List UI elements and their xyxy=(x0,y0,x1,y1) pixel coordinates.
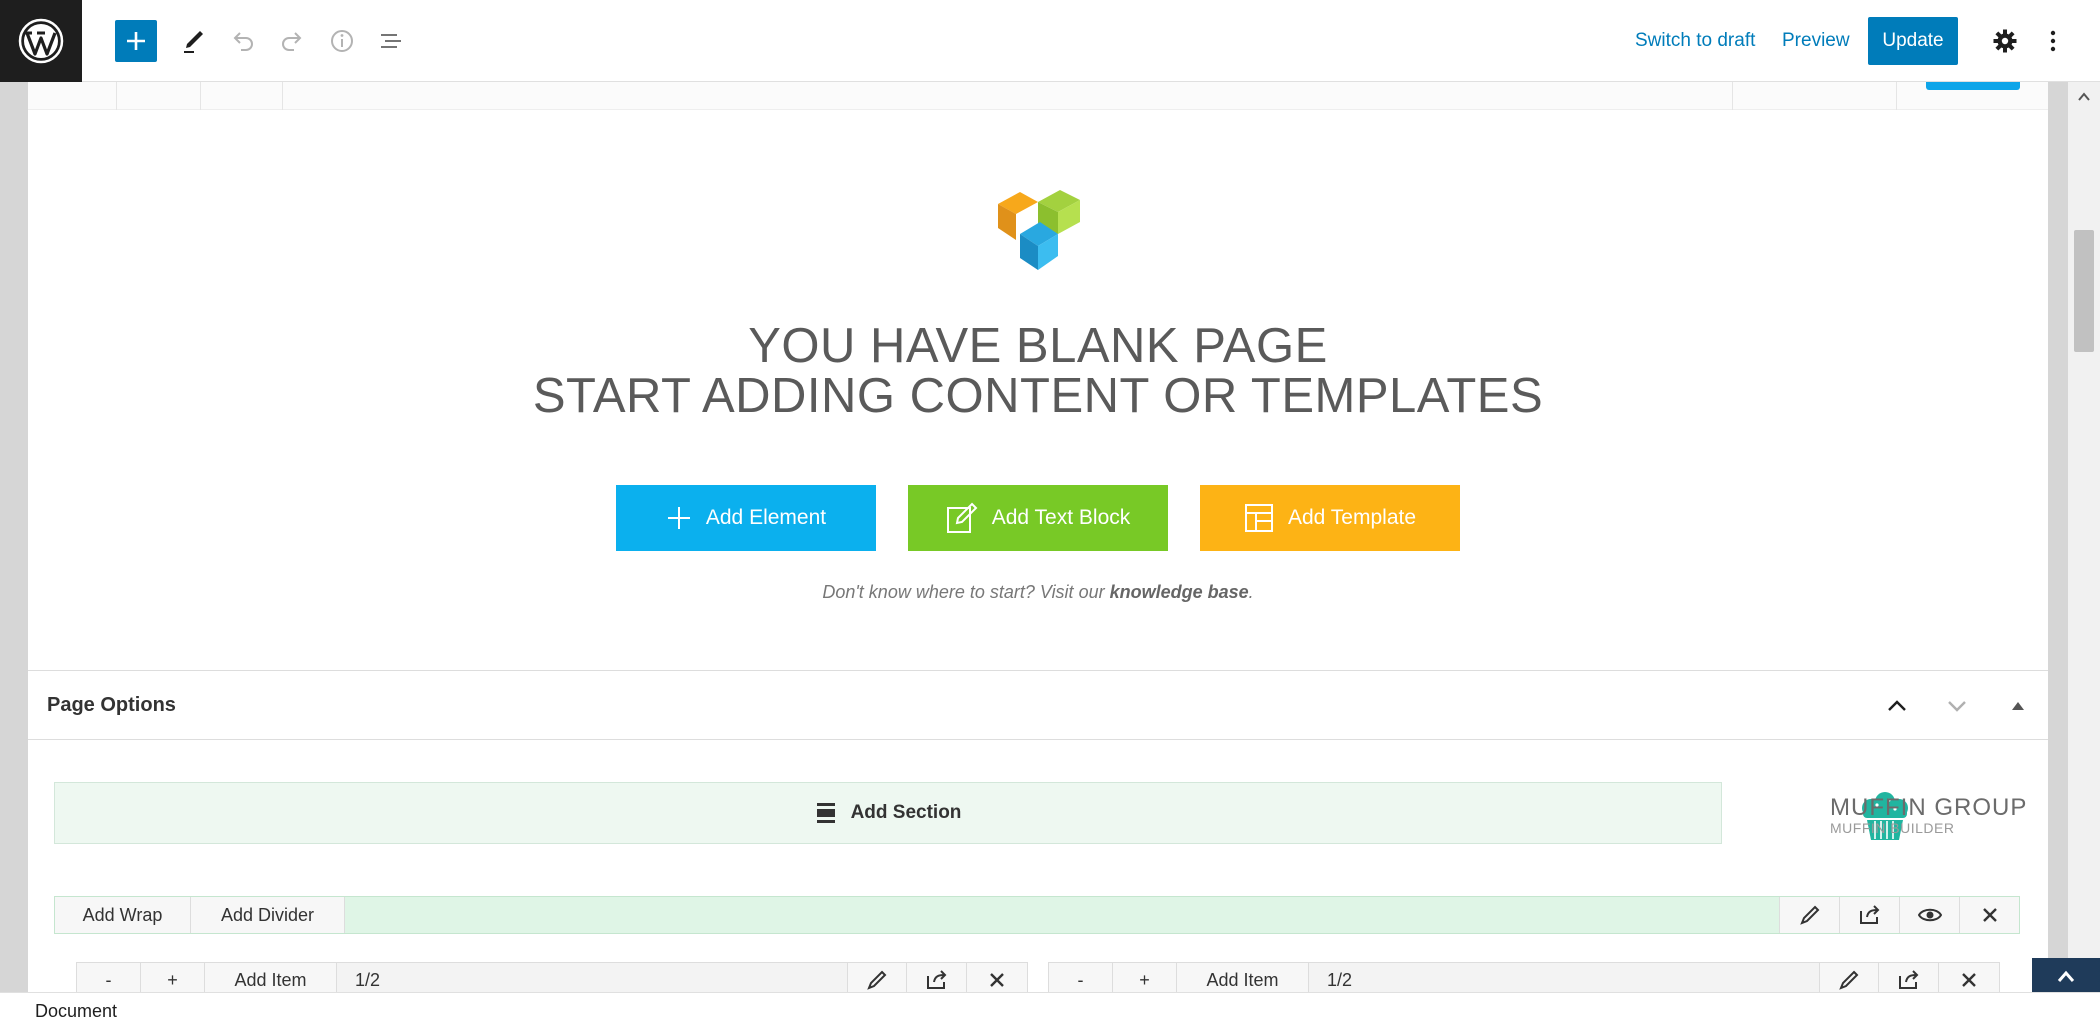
redo-icon[interactable] xyxy=(271,20,313,62)
settings-gear-icon[interactable] xyxy=(1984,20,2026,62)
add-block-button[interactable] xyxy=(115,20,157,62)
increase-size-button[interactable]: + xyxy=(141,963,205,992)
help-text: Don't know where to start? Visit our kno… xyxy=(822,582,1254,602)
editor-toolbar: Switch to draft Preview Update xyxy=(0,0,2100,82)
decrease-size-button[interactable]: - xyxy=(1049,963,1113,992)
add-wrap-button[interactable]: Add Wrap xyxy=(55,897,191,933)
wordpress-logo-icon[interactable] xyxy=(0,0,82,82)
add-item-button[interactable]: Add Item xyxy=(205,963,337,992)
wrap-toolbar: Add Wrap Add Divider xyxy=(54,896,2020,934)
page-options-panel: Page Options xyxy=(28,670,2048,740)
delete-item-button[interactable] xyxy=(967,963,1027,992)
vertical-scrollbar[interactable] xyxy=(2068,82,2100,992)
builder-navbar-button[interactable] xyxy=(1926,82,2020,90)
edit-item-button[interactable] xyxy=(847,963,907,992)
add-element-button[interactable]: Add Element xyxy=(616,485,876,551)
item-column-left: - + Add Item 1/2 xyxy=(76,962,1028,992)
plus-icon xyxy=(667,507,690,529)
share-icon xyxy=(1898,970,1918,989)
section-icon xyxy=(816,803,835,823)
editor-canvas: YOU HAVE BLANK PAGE START ADDING CONTENT… xyxy=(28,82,2048,992)
hide-wrap-button[interactable] xyxy=(1899,897,1959,933)
add-item-button[interactable]: Add Item xyxy=(1177,963,1309,992)
blank-page-heading: YOU HAVE BLANK PAGE xyxy=(748,319,1328,373)
back-to-top-button[interactable] xyxy=(2032,958,2100,994)
add-text-block-label: Add Text Block xyxy=(991,506,1131,529)
editor-footer: Document xyxy=(0,992,2100,1026)
add-section-button[interactable]: Add Section xyxy=(54,782,1722,844)
blank-page-subheading: START ADDING CONTENT OR TEMPLATES xyxy=(532,369,1544,423)
pencil-icon xyxy=(1799,905,1819,925)
decrease-size-button[interactable]: - xyxy=(77,963,141,992)
move-down-chevron-icon[interactable] xyxy=(1942,691,1972,721)
scrollbar-thumb[interactable] xyxy=(2074,230,2094,352)
more-options-icon[interactable] xyxy=(2032,20,2074,62)
close-icon xyxy=(990,973,1004,987)
update-button[interactable]: Update xyxy=(1868,17,1958,65)
pencil-icon xyxy=(867,970,887,990)
delete-wrap-button[interactable] xyxy=(1959,897,2019,933)
add-template-label: Add Template xyxy=(1287,506,1417,529)
info-icon[interactable] xyxy=(321,20,363,62)
edit-text-icon xyxy=(946,502,978,533)
clone-item-button[interactable] xyxy=(1879,963,1939,992)
page-builder-logo-icon xyxy=(990,182,1100,282)
builder-navbar xyxy=(28,82,2048,110)
scroll-up-chevron-icon[interactable] xyxy=(2068,82,2100,112)
add-element-label: Add Element xyxy=(705,506,827,529)
page-options-title: Page Options xyxy=(47,694,176,716)
muffin-brand-subtitle: MUFFIN BUILDER xyxy=(1830,820,1955,836)
eye-icon xyxy=(1917,908,1942,922)
muffin-brand-name: MUFFIN GROUP xyxy=(1830,794,2028,821)
knowledge-base-link[interactable]: knowledge base xyxy=(1110,582,1249,602)
add-text-block-button[interactable]: Add Text Block xyxy=(908,485,1168,551)
close-icon xyxy=(1982,908,1997,922)
increase-size-button[interactable]: + xyxy=(1113,963,1177,992)
clone-item-button[interactable] xyxy=(907,963,967,992)
preview-button[interactable]: Preview xyxy=(1782,30,1850,52)
template-layout-icon xyxy=(1244,504,1273,532)
close-icon xyxy=(1962,973,1976,987)
share-icon xyxy=(926,970,946,989)
breadcrumb-document[interactable]: Document xyxy=(35,1001,117,1022)
edit-tool-icon[interactable] xyxy=(172,20,214,62)
add-template-button[interactable]: Add Template xyxy=(1200,485,1460,551)
column-size: 1/2 xyxy=(355,969,381,990)
column-size: 1/2 xyxy=(1327,969,1353,990)
add-section-label: Add Section xyxy=(850,802,962,823)
item-column-right: - + Add Item 1/2 xyxy=(1048,962,2000,992)
pencil-icon xyxy=(1839,970,1859,990)
clone-wrap-button[interactable] xyxy=(1839,897,1899,933)
switch-to-draft-button[interactable]: Switch to draft xyxy=(1635,30,1755,52)
edit-wrap-button[interactable] xyxy=(1779,897,1839,933)
add-divider-button[interactable]: Add Divider xyxy=(191,897,345,933)
delete-item-button[interactable] xyxy=(1939,963,1999,992)
move-up-chevron-icon[interactable] xyxy=(1882,691,1912,721)
toggle-panel-triangle-icon[interactable] xyxy=(2003,691,2033,721)
chevron-up-icon xyxy=(2057,970,2075,982)
undo-icon[interactable] xyxy=(222,20,264,62)
edit-item-button[interactable] xyxy=(1819,963,1879,992)
share-icon xyxy=(1859,905,1879,924)
list-view-icon[interactable] xyxy=(370,20,412,62)
